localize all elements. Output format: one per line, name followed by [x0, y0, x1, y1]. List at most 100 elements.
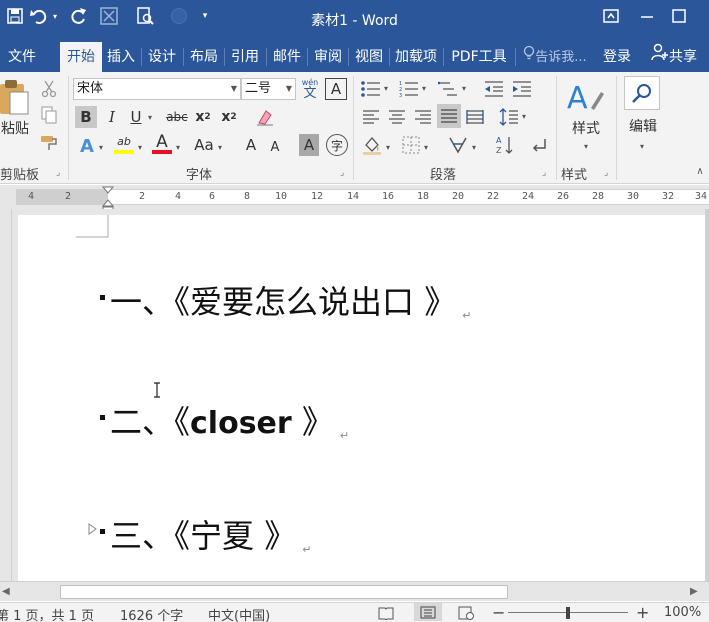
- grow-font-button[interactable]: A: [241, 134, 261, 156]
- format-painter-brush-icon[interactable]: [38, 132, 60, 154]
- multilevel-dropdown-icon[interactable]: ▾: [462, 84, 466, 93]
- bold-button[interactable]: B: [75, 106, 97, 128]
- vertical-scrollbar[interactable]: [705, 209, 709, 581]
- tab-review[interactable]: 审阅: [309, 42, 347, 72]
- tab-view[interactable]: 视图: [350, 42, 388, 72]
- shrink-font-button[interactable]: A: [265, 136, 285, 158]
- clear-formatting-icon[interactable]: [254, 106, 276, 128]
- language-indicator[interactable]: 中文(中国): [208, 605, 270, 622]
- line-spacing-dropdown-icon[interactable]: ▾: [522, 112, 526, 121]
- line-spacing-icon[interactable]: [498, 106, 520, 128]
- tab-references[interactable]: 引用: [226, 42, 264, 72]
- collapse-triangle-icon[interactable]: [88, 523, 97, 539]
- pinyin-guide-button[interactable]: wén 文: [300, 78, 320, 100]
- scroll-left-icon[interactable]: ◀: [2, 586, 10, 597]
- styles-launcher-icon[interactable]: ⌟: [604, 168, 608, 178]
- font-color-dropdown-icon[interactable]: ▾: [176, 143, 180, 152]
- paste-icon[interactable]: [0, 76, 30, 120]
- borders-icon[interactable]: [400, 134, 422, 156]
- styles-icon[interactable]: A: [566, 78, 606, 116]
- italic-button[interactable]: I: [102, 106, 122, 128]
- tab-file[interactable]: 文件: [0, 42, 44, 72]
- page-indicator[interactable]: 第 1 页，共 1 页: [0, 605, 94, 622]
- zoom-out-icon[interactable]: −: [492, 603, 505, 622]
- zoom-slider-thumb[interactable]: [566, 607, 570, 619]
- copy-icon[interactable]: [38, 104, 60, 126]
- superscript-button[interactable]: x2: [218, 106, 240, 128]
- subscript-button[interactable]: x2: [192, 106, 214, 128]
- collapse-ribbon-icon[interactable]: ∧: [694, 164, 706, 178]
- zoom-level[interactable]: 100%: [664, 605, 701, 620]
- font-color-button[interactable]: A: [151, 132, 173, 152]
- tab-design[interactable]: 设计: [143, 42, 181, 72]
- change-case-dropdown-icon[interactable]: ▾: [218, 143, 222, 152]
- font-name-combo[interactable]: 宋体 ▼: [73, 78, 241, 100]
- heading-3[interactable]: 三、《宁夏 》 ↵: [110, 511, 311, 557]
- align-center-icon[interactable]: [386, 106, 408, 128]
- align-right-icon[interactable]: [412, 106, 434, 128]
- text-effects-button[interactable]: A: [76, 134, 98, 158]
- word-count[interactable]: 1626 个字: [120, 605, 183, 622]
- maximize-icon[interactable]: [666, 4, 692, 28]
- highlight-dropdown-icon[interactable]: ▾: [138, 143, 142, 152]
- heading-1[interactable]: 一、《爱要怎么说出口 》 ↵: [110, 277, 471, 323]
- cut-icon[interactable]: [38, 78, 60, 100]
- tab-layout[interactable]: 布局: [185, 42, 223, 72]
- align-left-icon[interactable]: [360, 106, 382, 128]
- login-button[interactable]: 登录: [596, 42, 638, 72]
- bullets-dropdown-icon[interactable]: ▾: [384, 84, 388, 93]
- chinese-layout-icon[interactable]: [446, 134, 470, 156]
- document-page[interactable]: 一、《爱要怎么说出口 》 ↵ 二、《closer 》 ↵ 三、《宁夏 》 ↵: [18, 215, 707, 581]
- highlight-button[interactable]: ab: [112, 132, 136, 150]
- tab-mailings[interactable]: 邮件: [268, 42, 306, 72]
- strikethrough-button[interactable]: abc: [164, 106, 190, 128]
- paragraph-launcher-icon[interactable]: ⌟: [542, 168, 546, 178]
- char-border-button[interactable]: A: [325, 78, 347, 100]
- change-case-button[interactable]: Aa: [191, 134, 217, 156]
- web-layout-icon[interactable]: [458, 606, 474, 622]
- heading-2[interactable]: 二、《closer 》 ↵: [110, 397, 349, 443]
- horizontal-scrollbar[interactable]: ◀ ▶: [0, 581, 709, 601]
- show-marks-icon[interactable]: [528, 134, 550, 156]
- zoom-in-icon[interactable]: +: [636, 603, 649, 622]
- multilevel-list-icon[interactable]: [437, 78, 459, 100]
- share-button[interactable]: 共享: [642, 42, 706, 72]
- tab-pdf-tools[interactable]: PDF工具: [445, 42, 513, 72]
- ribbon-display-icon[interactable]: [598, 4, 624, 28]
- underline-dropdown-icon[interactable]: ▾: [148, 113, 152, 122]
- minimize-icon[interactable]: [634, 4, 660, 28]
- tell-me-box[interactable]: 告诉我...: [520, 42, 590, 72]
- text-effects-dropdown-icon[interactable]: ▾: [99, 143, 103, 152]
- chinese-layout-dropdown-icon[interactable]: ▾: [472, 143, 476, 152]
- horizontal-scroll-thumb[interactable]: [60, 585, 508, 599]
- styles-button[interactable]: 样式: [566, 118, 606, 138]
- distributed-icon[interactable]: [464, 106, 486, 128]
- shading-icon[interactable]: [360, 134, 384, 156]
- justify-icon[interactable]: [437, 104, 461, 128]
- find-icon[interactable]: [624, 76, 660, 110]
- borders-dropdown-icon[interactable]: ▾: [424, 143, 428, 152]
- editing-button[interactable]: 编辑: [620, 116, 666, 136]
- paste-button[interactable]: 粘贴: [0, 118, 30, 138]
- styles-dropdown-icon[interactable]: ▾: [584, 142, 588, 151]
- tab-home[interactable]: 开始: [60, 42, 102, 72]
- font-size-combo[interactable]: 二号 ▼: [241, 78, 296, 100]
- vertical-ruler[interactable]: [0, 209, 12, 581]
- char-shading-button[interactable]: A: [299, 134, 319, 156]
- scroll-right-icon[interactable]: ▶: [690, 586, 698, 597]
- editing-dropdown-icon[interactable]: ▾: [640, 142, 644, 151]
- clipboard-launcher-icon[interactable]: ⌟: [56, 168, 60, 178]
- increase-indent-icon[interactable]: [510, 78, 534, 100]
- read-mode-icon[interactable]: [378, 606, 394, 622]
- sort-icon[interactable]: AZ: [494, 134, 516, 156]
- numbering-dropdown-icon[interactable]: ▾: [422, 84, 426, 93]
- underline-button[interactable]: U: [126, 106, 146, 128]
- shading-dropdown-icon[interactable]: ▾: [386, 143, 390, 152]
- tab-addins[interactable]: 加载项: [391, 42, 441, 72]
- font-launcher-icon[interactable]: ⌟: [340, 168, 344, 178]
- decrease-indent-icon[interactable]: [482, 78, 506, 100]
- tab-insert[interactable]: 插入: [102, 42, 140, 72]
- print-layout-icon[interactable]: [414, 603, 442, 621]
- enclose-char-button[interactable]: 字: [326, 134, 348, 156]
- bullets-icon[interactable]: [360, 78, 382, 100]
